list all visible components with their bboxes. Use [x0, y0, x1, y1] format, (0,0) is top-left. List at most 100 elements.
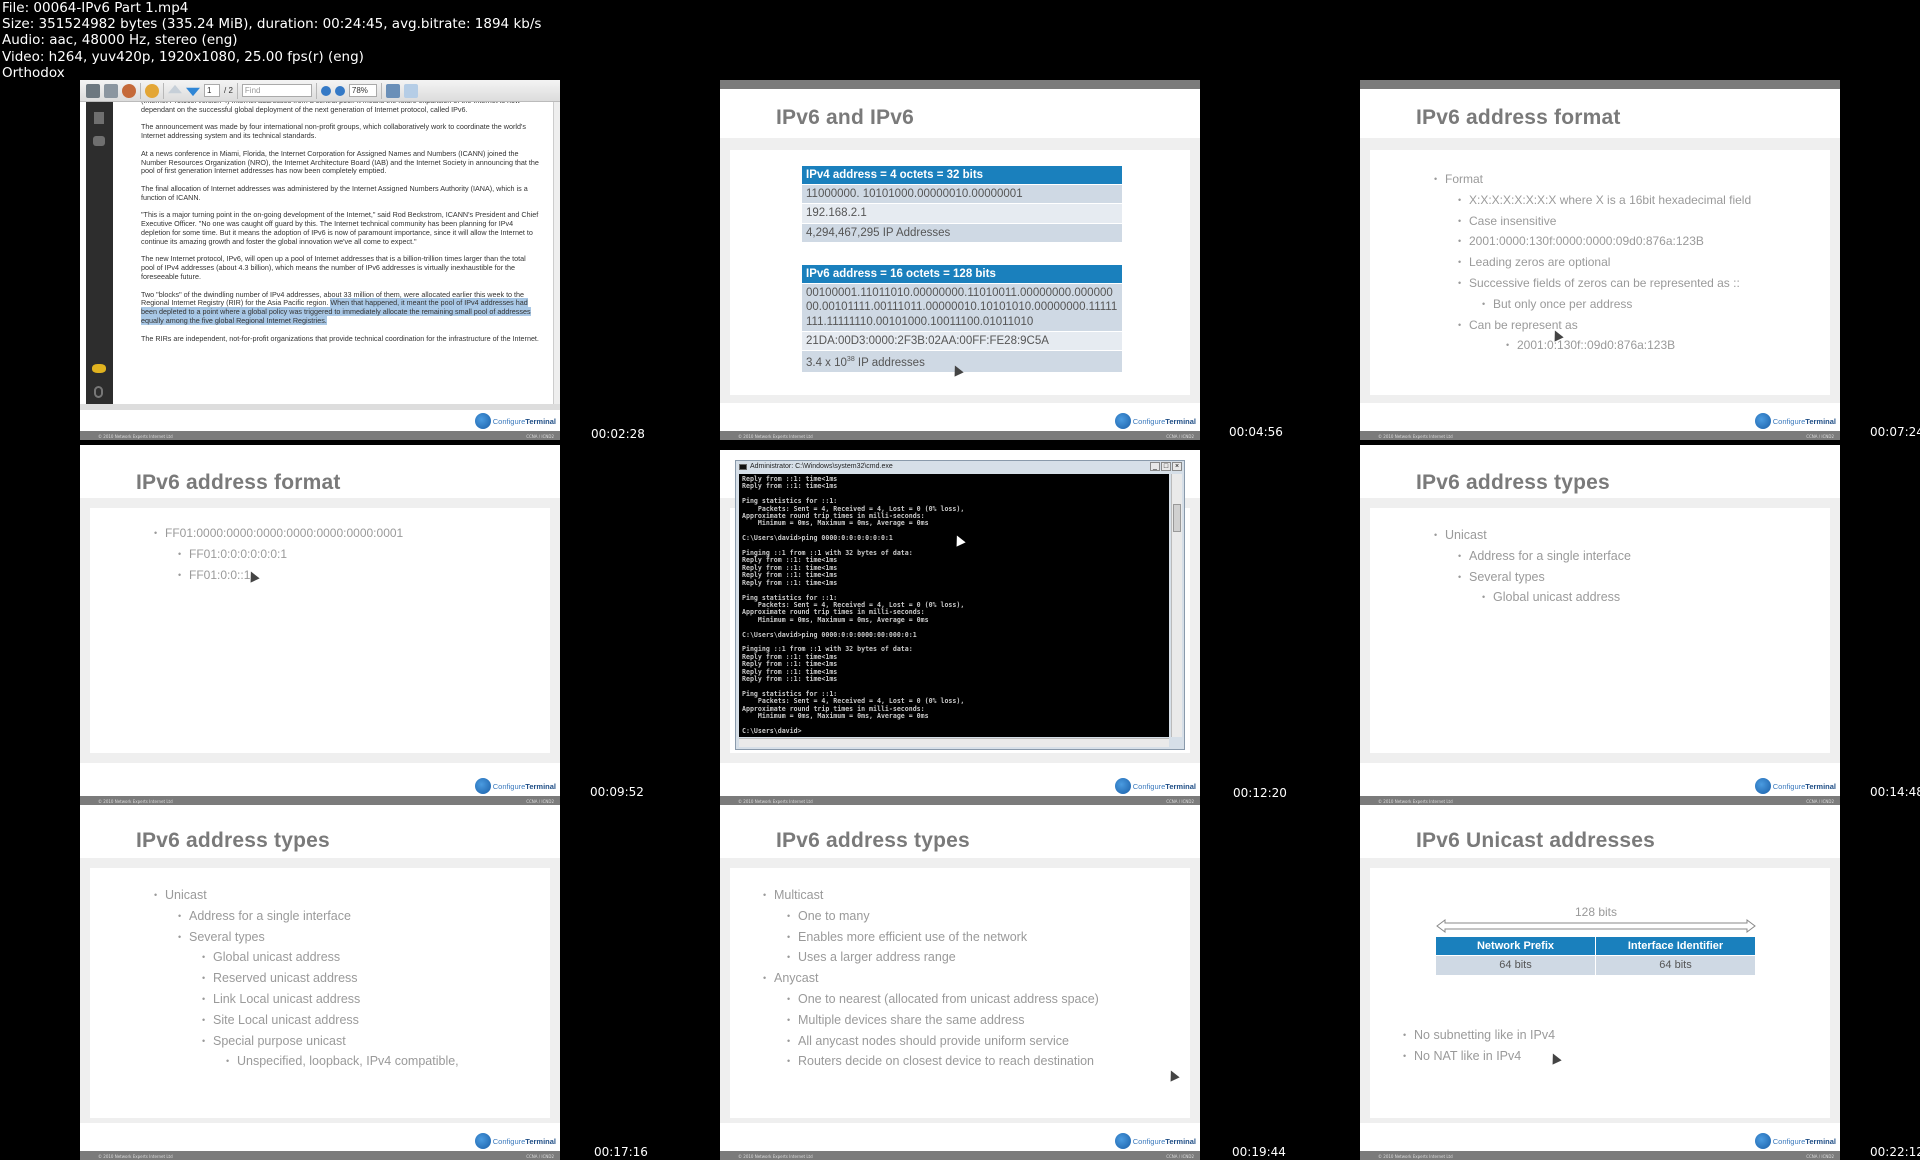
logo-text: Configure	[1772, 1136, 1806, 1146]
copyright: © 2010 Network Experts Internet Ltd	[738, 434, 813, 439]
pages-icon[interactable]	[94, 112, 104, 124]
paragraph: (Internet Protocol version 4) Internet a…	[141, 102, 520, 114]
slide-title: IPv6 Unicast addresses	[1416, 829, 1656, 852]
collaborate-icon[interactable]	[145, 83, 159, 98]
page-number-input[interactable]: 1	[204, 84, 220, 97]
bullet-item: One to many	[787, 906, 1099, 927]
bullet-item: Special purpose unicast	[202, 1031, 459, 1052]
next-page-icon[interactable]	[186, 87, 200, 97]
bullet-list: Format X:X:X:X:X:X:X:X where X is a 16bi…	[1434, 169, 1751, 356]
logo-text: Configure	[492, 1136, 526, 1146]
comments-icon[interactable]	[92, 364, 106, 373]
thumbnail-slide-address-types-1[interactable]: IPv6 address types Unicast Address for a…	[1360, 445, 1840, 805]
bullet-item: Can be represent as	[1458, 315, 1751, 336]
thumbnail-slide-unicast-addresses[interactable]: IPv6 Unicast addresses 128 bits Network …	[1360, 805, 1840, 1160]
zoom-level-input[interactable]: 78%	[348, 84, 377, 97]
globe-icon	[1114, 413, 1131, 429]
bullet-item: Routers decide on closest device to reac…	[787, 1051, 1099, 1072]
video-info: Video: h264, yuv420p, 1920x1080, 25.00 f…	[2, 48, 364, 65]
vertical-scrollbar[interactable]	[553, 102, 560, 404]
slide-title: IPv6 address format	[1416, 106, 1621, 129]
bullet-item: Enables more efficient use of the networ…	[787, 927, 1099, 948]
thumbnail-slide-address-format[interactable]: IPv6 address format Format X:X:X:X:X:X:X…	[1360, 80, 1840, 440]
bullet-list: Multicast One to many Enables more effic…	[763, 885, 1099, 1072]
globe-icon	[1754, 778, 1771, 794]
count-base: 3.4 x 10	[806, 357, 847, 370]
label: Orthodox	[2, 64, 65, 81]
pdf-document[interactable]: (Internet Protocol version 4) Internet a…	[113, 102, 553, 404]
find-input[interactable]: Find	[241, 84, 312, 97]
minimize-button[interactable]: _	[1150, 462, 1160, 471]
thumbnail-pdf-article[interactable]: 1 / 2 Find 78% (Internet Protocol versio…	[80, 80, 560, 440]
globe-icon	[474, 413, 491, 429]
fit-page-icon[interactable]	[385, 83, 400, 98]
bullet-item: X:X:X:X:X:X:X:X where X is a 16bit hexad…	[1458, 190, 1751, 211]
paragraph: The new Internet protocol, IPv6, will op…	[141, 254, 526, 282]
thumbnail-cmd-ping[interactable]: Administrator: C:\Windows\system32\cmd.e…	[720, 450, 1200, 805]
toolbar-divider	[140, 82, 141, 99]
save-icon[interactable]	[104, 83, 118, 98]
zoom-in-icon[interactable]	[334, 85, 345, 96]
bullet-item: Several types	[1458, 567, 1631, 588]
bullet-item: All anycast nodes should provide uniform…	[787, 1031, 1099, 1052]
paragraph: Two "blocks" of the dwindling number of …	[141, 290, 541, 327]
timestamp: 00:09:52	[590, 785, 644, 799]
ipv6-hex-row: 21DA:00D3:0000:2F3B:02AA:00FF:FE28:9C5A	[802, 331, 1122, 352]
toolbar-divider	[315, 82, 317, 99]
print-icon[interactable]	[86, 83, 100, 98]
thumbnail-slide-multicast-format[interactable]: IPv6 address format FF01:0000:0000:0000:…	[80, 445, 560, 805]
ipv4-table-header: IPv4 address = 4 octets = 32 bits	[802, 166, 1122, 185]
timestamp: 00:07:24	[1870, 425, 1920, 439]
globe-icon	[474, 778, 491, 794]
course-label: CCNA / ICND2	[526, 1154, 554, 1159]
prev-page-icon[interactable]	[168, 84, 182, 94]
thumbnail-slide-address-types-2[interactable]: IPv6 address types Unicast Address for a…	[80, 805, 560, 1160]
slide-title: IPv6 address types	[136, 829, 330, 852]
bullet-item: Successive fields of zeros can be repres…	[1458, 273, 1751, 294]
cmd-window[interactable]: Administrator: C:\Windows\system32\cmd.e…	[735, 460, 1185, 750]
audio-info: Audio: aac, 48000 Hz, stereo (eng)	[2, 32, 238, 49]
bullet-item: But only once per address	[1482, 294, 1751, 315]
thumbnail-slide-ipv4-ipv6[interactable]: IPv6 and IPv6 IPv4 address = 4 octets = …	[720, 80, 1200, 440]
bullet-item: Leading zeros are optional	[1458, 252, 1751, 273]
slide-top-bar	[1360, 80, 1840, 89]
scrollbar-thumb[interactable]	[1173, 504, 1181, 532]
configure-terminal-logo: ConfigureTerminal	[1114, 1133, 1196, 1149]
file-name: File: 00064-IPv6 Part 1.mp4	[2, 0, 189, 16]
cmd-console[interactable]: Reply from ::1: time<1ms Reply from ::1:…	[739, 474, 1169, 737]
close-button[interactable]: ×	[1172, 462, 1182, 471]
attach-menu-icon[interactable]	[122, 83, 136, 98]
bullet-item: Site Local unicast address	[202, 1010, 459, 1031]
attachment-icon[interactable]	[94, 386, 103, 398]
search-binoculars-icon[interactable]	[93, 136, 105, 146]
timestamp: 00:22:12	[1870, 1145, 1920, 1159]
file-size: Size: 351524982 bytes (335.24 MiB), dura…	[2, 16, 542, 33]
configure-terminal-logo: ConfigureTerminal	[1754, 778, 1836, 794]
ipv6-table-header: IPv6 address = 16 octets = 128 bits	[802, 265, 1122, 284]
copyright: © 2010 Network Experts Internet Ltd	[738, 1154, 813, 1159]
pdf-viewer: 1 / 2 Find 78% (Internet Protocol versio…	[80, 80, 560, 410]
pdf-toolbar: 1 / 2 Find 78%	[80, 80, 560, 102]
bullet-list: No subnetting like in IPv4 No NAT like i…	[1403, 1025, 1555, 1067]
configure-terminal-logo: ConfigureTerminal	[474, 778, 556, 794]
network-prefix-bits: 64 bits	[1436, 956, 1596, 975]
horizontal-scrollbar[interactable]	[739, 738, 1169, 747]
globe-icon	[1114, 778, 1131, 794]
cmd-titlebar[interactable]: Administrator: C:\Windows\system32\cmd.e…	[736, 461, 1184, 473]
logo-text-bold: Terminal	[1165, 416, 1196, 426]
logo-text: Configure	[1132, 781, 1166, 791]
thumbnail-slide-address-types-3[interactable]: IPv6 address types Multicast One to many…	[720, 805, 1200, 1160]
console-output: Reply from ::1: time<1ms Reply from ::1:…	[742, 475, 965, 735]
copyright: © 2010 Network Experts Internet Ltd	[1378, 434, 1453, 439]
ipv4-decimal-row: 192.168.2.1	[802, 204, 1122, 224]
bullet-item: Unicast	[154, 885, 459, 906]
fullscreen-icon[interactable]	[403, 83, 418, 98]
vertical-scrollbar[interactable]	[1171, 474, 1182, 737]
copyright: © 2010 Network Experts Internet Ltd	[98, 1154, 173, 1159]
slide-top-bar	[720, 80, 1200, 89]
bullet-item: Link Local unicast address	[202, 989, 459, 1010]
bit-span-label: 128 bits	[1574, 905, 1618, 919]
zoom-out-icon[interactable]	[320, 85, 331, 96]
configure-terminal-logo: ConfigureTerminal	[474, 413, 556, 429]
maximize-button[interactable]: □	[1161, 462, 1171, 471]
